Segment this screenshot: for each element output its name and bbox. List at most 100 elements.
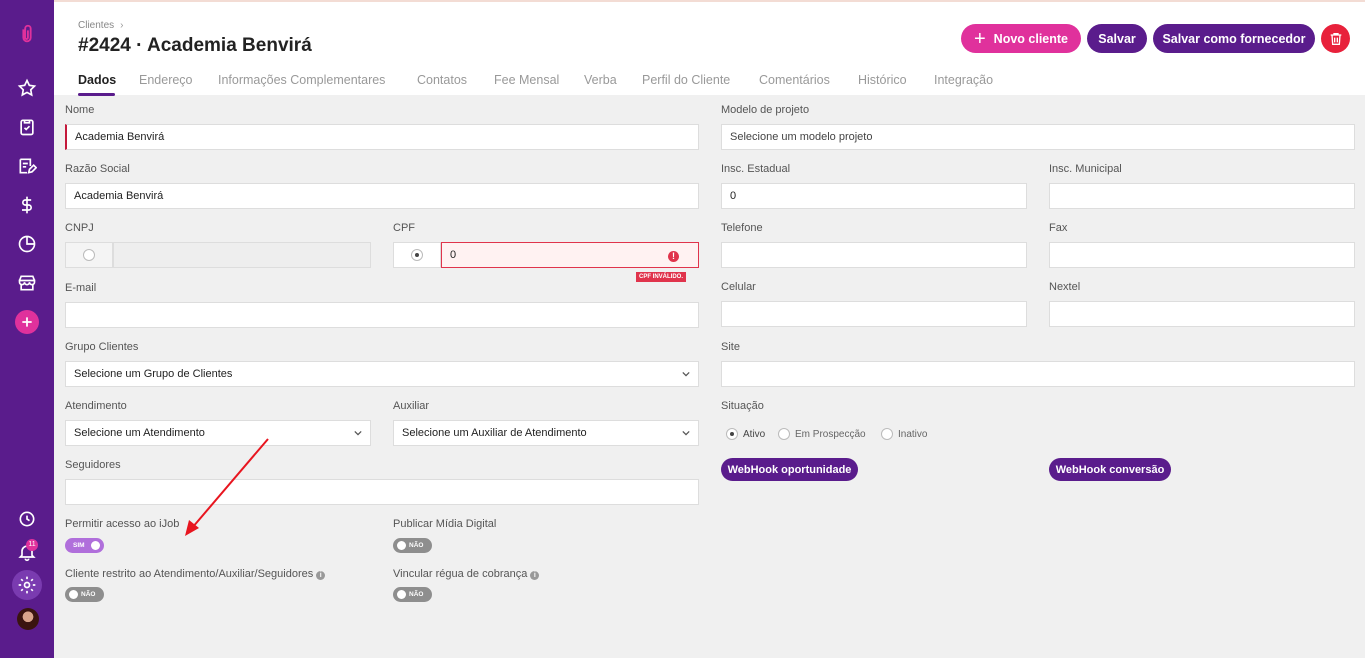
tab-historico[interactable]: Histórico: [858, 73, 907, 87]
cliente-restrito-text: Cliente restrito ao Atendimento/Auxiliar…: [65, 568, 314, 580]
publicar-midia-toggle[interactable]: NÃO: [393, 538, 432, 553]
breadcrumb-clientes[interactable]: Clientes: [78, 20, 114, 31]
pie-chart-icon[interactable]: [15, 232, 39, 256]
seguidores-field[interactable]: [65, 479, 699, 505]
insc-estadual-field[interactable]: 0: [721, 183, 1027, 209]
insc-estadual-label: Insc. Estadual: [721, 163, 791, 175]
tab-endereco[interactable]: Endereço: [139, 73, 193, 87]
page-header: Clientes › #2424 · Academia Benvirá + Nov…: [54, 0, 1365, 96]
situacao-option-em-prospeccao[interactable]: Em Prospecção: [778, 427, 866, 441]
modelo-projeto-select[interactable]: Selecione um modelo projeto: [721, 124, 1355, 150]
situacao-option-label: Em Prospecção: [795, 428, 866, 440]
cpf-radio[interactable]: [411, 249, 423, 261]
page-title: #2424 · Academia Benvirá: [78, 35, 312, 56]
clipboard-check-icon[interactable]: [15, 115, 39, 139]
clock-icon[interactable]: [15, 507, 39, 531]
situacao-option-label: Inativo: [898, 428, 928, 440]
auxiliar-select[interactable]: Selecione um Auxiliar de Atendimento: [393, 420, 699, 446]
avatar[interactable]: [17, 608, 39, 630]
save-as-supplier-button[interactable]: Salvar como fornecedor: [1153, 24, 1315, 53]
insc-municipal-field[interactable]: [1049, 183, 1355, 209]
situacao-label: Situação: [721, 400, 764, 412]
vincular-regua-toggle[interactable]: NÃO: [393, 587, 432, 602]
vincular-regua-text: Vincular régua de cobrança: [393, 568, 528, 580]
active-tab-indicator: [78, 93, 115, 96]
toggle-state: NÃO: [409, 542, 424, 549]
chevron-down-icon: [682, 430, 690, 436]
insc-municipal-label: Insc. Municipal: [1049, 163, 1122, 175]
info-icon[interactable]: i: [316, 571, 326, 580]
tab-contatos[interactable]: Contatos: [417, 73, 467, 87]
nextel-field[interactable]: [1049, 301, 1355, 327]
tab-informacoes-complementares[interactable]: Informações Complementares: [218, 73, 385, 87]
toggle-state: NÃO: [81, 591, 96, 598]
telefone-label: Telefone: [721, 222, 763, 234]
email-field[interactable]: [65, 302, 699, 328]
cpf-label: CPF: [393, 222, 415, 234]
breadcrumb: Clientes ›: [78, 20, 123, 31]
telefone-field[interactable]: [721, 242, 1027, 268]
vincular-regua-label: Vincular régua de cobrança i: [393, 568, 540, 580]
nome-field[interactable]: Academia Benvirá: [65, 124, 699, 150]
email-label: E-mail: [65, 282, 97, 294]
delete-button[interactable]: [1321, 24, 1350, 53]
cnpj-radio-box[interactable]: [65, 242, 113, 268]
chevron-down-icon: [354, 430, 362, 436]
situacao-option-ativo[interactable]: Ativo: [726, 427, 765, 441]
cnpj-field[interactable]: [113, 242, 371, 268]
chevron-right-icon: ›: [120, 20, 124, 31]
atendimento-label: Atendimento: [65, 400, 127, 412]
nome-label: Nome: [65, 104, 95, 116]
fax-field[interactable]: [1049, 242, 1355, 268]
tab-fee-mensal[interactable]: Fee Mensal: [494, 73, 559, 87]
info-icon[interactable]: i: [530, 571, 540, 580]
situacao-radio[interactable]: [881, 428, 893, 440]
dollar-icon[interactable]: [15, 193, 39, 217]
seguidores-label: Seguidores: [65, 459, 121, 471]
situacao-radio[interactable]: [778, 428, 790, 440]
permitir-ijob-toggle[interactable]: SIM: [65, 538, 104, 553]
razao-social-label: Razão Social: [65, 163, 130, 175]
celular-label: Celular: [721, 281, 756, 293]
star-icon[interactable]: [15, 76, 39, 100]
toggle-knob: [397, 541, 406, 550]
toggle-knob: [91, 541, 100, 550]
situacao-radio[interactable]: [726, 428, 738, 440]
site-field[interactable]: [721, 361, 1355, 387]
nextel-label: Nextel: [1049, 281, 1081, 293]
tab-integracao[interactable]: Integração: [934, 73, 993, 87]
error-icon: !: [668, 251, 679, 262]
notification-badge: 11: [26, 539, 38, 551]
cliente-restrito-toggle[interactable]: NÃO: [65, 587, 104, 602]
plus-icon: +: [973, 27, 986, 50]
publicar-midia-label: Publicar Mídia Digital: [393, 518, 497, 530]
grupo-clientes-select[interactable]: Selecione um Grupo de Clientes: [65, 361, 699, 387]
auxiliar-value: Selecione um Auxiliar de Atendimento: [402, 427, 587, 439]
cnpj-radio[interactable]: [83, 249, 95, 261]
chevron-down-icon: [682, 371, 690, 377]
paperclip-logo-icon[interactable]: [15, 22, 39, 46]
store-icon[interactable]: [15, 271, 39, 295]
plus-icon[interactable]: [15, 310, 39, 334]
site-label: Site: [721, 341, 740, 353]
tab-verba[interactable]: Verba: [584, 73, 617, 87]
webhook-conversao-button[interactable]: WebHook conversão: [1049, 458, 1171, 481]
cnpj-label: CNPJ: [65, 222, 94, 234]
cpf-radio-box[interactable]: [393, 242, 441, 268]
grupo-clientes-value: Selecione um Grupo de Clientes: [74, 368, 233, 380]
save-button[interactable]: Salvar: [1087, 24, 1147, 53]
cpf-field[interactable]: 0: [441, 242, 699, 268]
razao-social-field[interactable]: Academia Benvirá: [65, 183, 699, 209]
webhook-oportunidade-button[interactable]: WebHook oportunidade: [721, 458, 858, 481]
tab-dados[interactable]: Dados: [78, 73, 116, 87]
sidebar: 11: [0, 0, 54, 658]
gear-icon[interactable]: [15, 573, 39, 597]
edit-note-icon[interactable]: [15, 154, 39, 178]
celular-field[interactable]: [721, 301, 1027, 327]
new-client-button[interactable]: + Novo cliente: [961, 24, 1081, 53]
situacao-option-label: Ativo: [743, 428, 766, 440]
situacao-option-inativo[interactable]: Inativo: [881, 427, 927, 441]
tab-comentarios[interactable]: Comentários: [759, 73, 830, 87]
permitir-ijob-label: Permitir acesso ao iJob: [65, 518, 180, 530]
tab-perfil-do-cliente[interactable]: Perfil do Cliente: [642, 73, 730, 87]
